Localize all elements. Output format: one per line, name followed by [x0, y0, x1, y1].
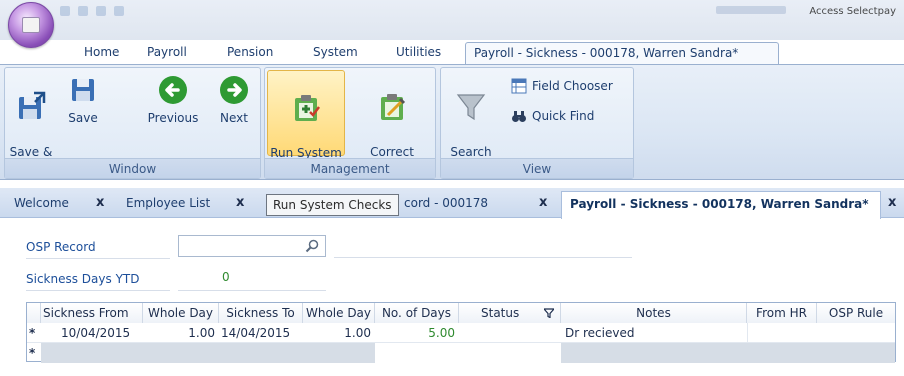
title-bar: Access Selectpay — [0, 0, 904, 40]
doc-tab-welcome-close[interactable]: x — [96, 195, 104, 210]
cell-notes[interactable]: Dr recieved — [565, 323, 747, 343]
grid-header-sickness-from[interactable]: Sickness From — [41, 303, 143, 323]
cell-whole-day-2[interactable]: 1.00 — [303, 323, 371, 343]
tab-payroll[interactable]: Payroll — [147, 45, 187, 59]
tooltip: Run System Checks — [266, 194, 399, 216]
next-label: Next — [220, 111, 248, 125]
grid-header-notes[interactable]: Notes — [561, 303, 747, 323]
group-window: Save & Close Save Previous Next Window — [4, 67, 261, 179]
doc-tab-payroll-sickness[interactable]: Payroll - Sickness - 000178, Warren Sand… — [561, 191, 881, 219]
document-tabs: Welcome x Employee List x cord - 000178 … — [0, 188, 904, 219]
new-row-cells-left[interactable] — [41, 343, 375, 363]
new-row-cells-mid[interactable] — [375, 343, 561, 363]
sickness-days-ytd-underline — [26, 290, 170, 291]
arrow-right-icon — [220, 76, 248, 104]
osp-record-label[interactable]: OSP Record — [26, 240, 96, 254]
ribbon-tabs: Home Payroll Pension System Utilities Pa… — [0, 40, 904, 65]
clipboard-check-icon — [295, 95, 320, 121]
doc-tab-employee-list[interactable]: Employee List — [126, 196, 210, 210]
osp-record-description-line — [334, 257, 632, 258]
tab-payroll-sickness[interactable]: Payroll - Sickness - 000178, Warren Sand… — [465, 42, 779, 65]
quick-find-button[interactable]: Quick Find — [511, 108, 594, 124]
window-title: Access Selectpay — [809, 6, 896, 17]
grid-header-whole-day-2[interactable]: Whole Day — [303, 303, 375, 323]
row-marker: * — [29, 326, 36, 340]
sickness-days-ytd-label: Sickness Days YTD — [26, 272, 140, 286]
grid-header-row: Sickness From Whole Day Sickness To Whol… — [27, 303, 895, 323]
cell-status[interactable] — [459, 323, 561, 343]
filter-icon[interactable] — [544, 308, 554, 318]
run-system-checks-button[interactable]: Run System Checks — [267, 70, 345, 177]
cell-sickness-to[interactable]: 14/04/2015 — [221, 323, 303, 343]
sickness-days-ytd-value: 0 — [222, 270, 230, 284]
grid-header-osp-rule[interactable]: OSP Rule — [817, 303, 895, 323]
search-icon[interactable] — [305, 239, 319, 253]
tab-pension[interactable]: Pension — [227, 45, 273, 59]
sickness-grid[interactable]: Sickness From Whole Day Sickness To Whol… — [26, 302, 896, 363]
doc-tab-record-close[interactable]: x — [539, 195, 547, 210]
doc-tab-employee-list-close[interactable]: x — [236, 195, 244, 210]
table-row[interactable]: * 10/04/2015 1.00 14/04/2015 1.00 5.00 D… — [27, 323, 895, 343]
save-button[interactable]: Save — [63, 74, 103, 127]
ribbon: Save & Close Save Previous Next Window — [0, 64, 904, 180]
arrow-left-icon — [159, 76, 187, 104]
tab-utilities[interactable]: Utilities — [396, 45, 441, 59]
new-row-cells-right[interactable] — [561, 343, 895, 363]
clipboard-edit-icon — [381, 94, 406, 120]
doc-tab-payroll-sickness-close[interactable]: x — [888, 195, 896, 210]
osp-record-label-underline — [26, 258, 170, 259]
group-view: Search Criteria Field Chooser Quick Find… — [440, 67, 634, 179]
new-row[interactable]: * — [27, 343, 895, 363]
binoculars-icon — [512, 111, 526, 122]
grid-header-no-of-days[interactable]: No. of Days — [375, 303, 459, 323]
save-icon — [72, 79, 94, 101]
field-chooser-icon — [511, 78, 527, 94]
cell-whole-day-1[interactable]: 1.00 — [143, 323, 215, 343]
tab-system[interactable]: System — [313, 45, 358, 59]
doc-tab-welcome[interactable]: Welcome — [14, 196, 69, 210]
cell-osp-rule[interactable] — [817, 323, 895, 343]
grid-header-marker — [27, 303, 41, 323]
funnel-icon — [456, 94, 486, 121]
grid-header-status-label: Status — [481, 306, 520, 320]
quick-find-label: Quick Find — [532, 109, 595, 123]
window-title-faded — [716, 6, 786, 14]
group-management-label: Management — [265, 158, 435, 178]
field-chooser-button[interactable]: Field Chooser — [511, 78, 613, 94]
cell-sickness-from[interactable]: 10/04/2015 — [61, 323, 143, 343]
previous-button[interactable]: Previous — [143, 74, 203, 127]
cell-no-of-days[interactable]: 5.00 — [375, 323, 455, 343]
grid-header-whole-day-1[interactable]: Whole Day — [143, 303, 219, 323]
group-view-label: View — [441, 158, 633, 178]
grid-header-status[interactable]: Status — [459, 303, 561, 323]
save-close-icon — [19, 91, 46, 119]
tab-home[interactable]: Home — [84, 45, 119, 59]
doc-tab-record[interactable]: cord - 000178 — [404, 196, 488, 210]
group-window-label: Window — [5, 158, 260, 178]
field-chooser-label: Field Chooser — [532, 79, 613, 93]
previous-label: Previous — [147, 111, 199, 125]
new-row-marker: * — [29, 346, 36, 360]
save-label: Save — [68, 111, 98, 125]
application-menu-orb[interactable] — [8, 2, 54, 48]
osp-record-input[interactable] — [178, 235, 326, 257]
group-management: Run System Checks Correct Sickness Manag… — [264, 67, 436, 179]
grid-header-sickness-to[interactable]: Sickness To — [219, 303, 303, 323]
next-button[interactable]: Next — [211, 74, 257, 127]
sickness-days-ytd-value-underline — [178, 290, 326, 291]
quick-access-toolbar[interactable] — [60, 6, 124, 16]
grid-header-from-hr[interactable]: From HR — [747, 303, 817, 323]
cell-from-hr[interactable] — [747, 323, 817, 343]
